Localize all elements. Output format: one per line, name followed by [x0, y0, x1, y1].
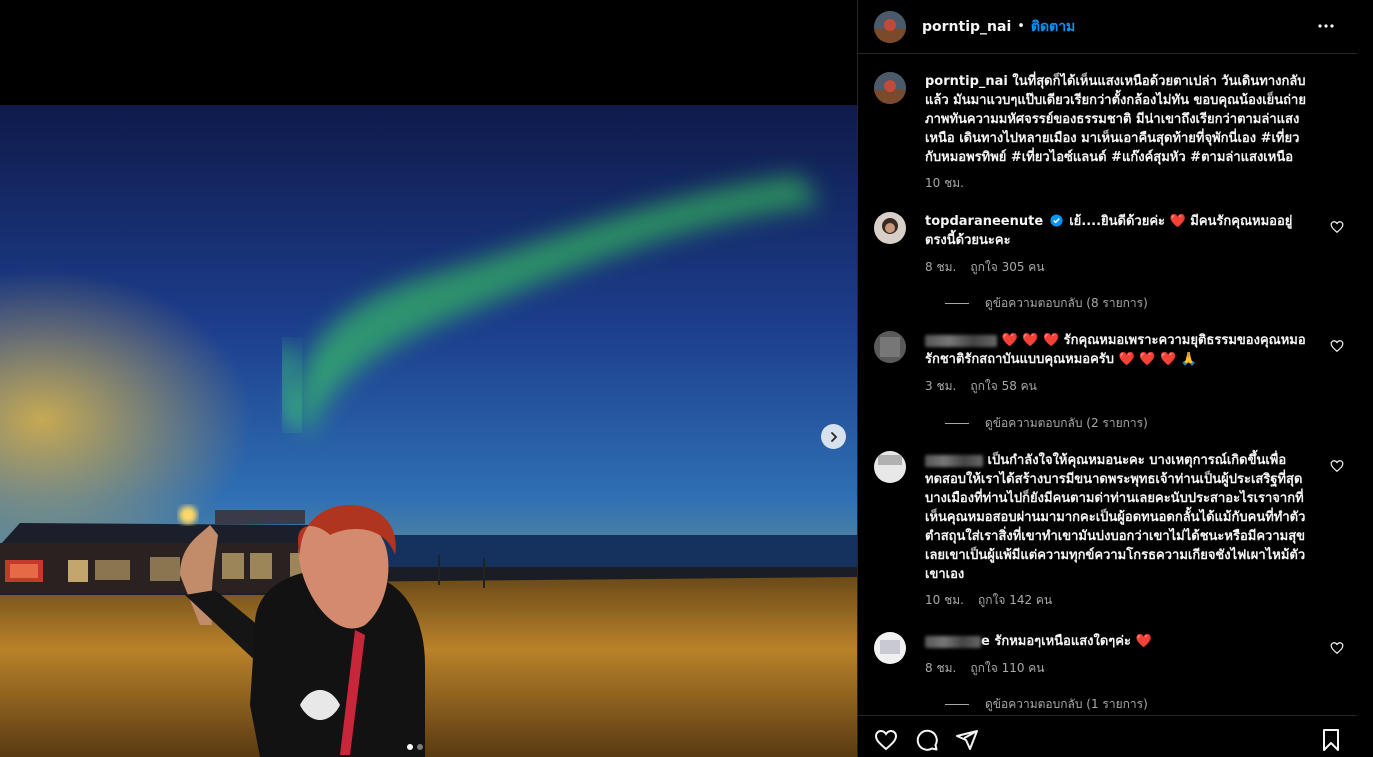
post-photo[interactable]	[0, 105, 857, 757]
comment-like-icon[interactable]	[1330, 339, 1344, 353]
post-media	[0, 0, 857, 757]
view-replies-label: ดูข้อความตอบกลับ (1 รายการ)	[985, 697, 1148, 711]
post-caption: porntip_nai ในที่สุดก็ได้เห็นแสงเหนือด้ว…	[874, 72, 1344, 202]
comment-likes[interactable]: ถูกใจ 58 คน	[970, 377, 1037, 396]
comment-username[interactable]: topdaraneenute	[925, 214, 1043, 229]
caption-body: porntip_nai ในที่สุดก็ได้เห็นแสงเหนือด้ว…	[925, 72, 1310, 167]
comment-likes[interactable]: ถูกใจ 142 คน	[978, 591, 1052, 610]
caption-time[interactable]: 10 ชม.	[925, 174, 964, 193]
comment-body: ❤️ ❤️ ❤️ รักคุณหมอเพราะความยุติธรรมของคุ…	[925, 331, 1310, 369]
view-replies-label: ดูข้อความตอบกลับ (8 รายการ)	[985, 296, 1148, 310]
aurora-photo	[0, 105, 857, 757]
commenter-avatar[interactable]	[874, 451, 906, 483]
comment-item: topdaraneenute เย้....ยินดีด้วยค่ะ ❤️ มี…	[874, 212, 1344, 322]
comment-meta: 8 ชม. ถูกใจ 305 คน	[925, 258, 1045, 277]
carousel-indicator	[407, 744, 423, 750]
avatar-image	[874, 10, 906, 43]
replies-divider	[945, 303, 969, 304]
comment-text: เป็นกำลังใจให้คุณหมอนะคะ บางเหตุการณ์เกิ…	[925, 453, 1306, 582]
comment-like-icon[interactable]	[1330, 459, 1344, 473]
comment-item: e รักหมอๆเหนือแสงใดๆค่ะ ❤️ 8 ชม. ถูกใจ 1…	[874, 632, 1344, 715]
comment-item: เป็นกำลังใจให้คุณหมอนะคะ บางเหตุการณ์เกิ…	[874, 451, 1344, 611]
comment-text: รักหมอๆเหนือแสงใดๆค่ะ ❤️	[994, 634, 1152, 649]
redacted-username	[925, 454, 983, 467]
window-edge	[1357, 0, 1373, 757]
comment-like-icon[interactable]	[1330, 220, 1344, 234]
comment-time[interactable]: 8 ชม.	[925, 258, 956, 277]
comment-time[interactable]: 3 ชม.	[925, 377, 956, 396]
comment-body: topdaraneenute เย้....ยินดีด้วยค่ะ ❤️ มี…	[925, 212, 1310, 250]
redacted-username	[925, 334, 997, 347]
send-icon[interactable]	[955, 728, 979, 752]
more-options-button[interactable]	[1314, 14, 1338, 38]
comment-likes[interactable]: ถูกใจ 110 คน	[970, 659, 1044, 678]
bookmark-icon[interactable]	[1319, 728, 1343, 752]
heart-icon[interactable]	[874, 728, 898, 752]
replies-divider	[945, 423, 969, 424]
comment-icon[interactable]	[915, 728, 939, 752]
view-replies-button[interactable]: ดูข้อความตอบกลับ (8 รายการ)	[945, 294, 1148, 313]
avatar-image	[874, 331, 906, 363]
avatar-image	[874, 632, 906, 664]
view-replies-button[interactable]: ดูข้อความตอบกลับ (1 รายการ)	[945, 695, 1148, 714]
comment-likes[interactable]: ถูกใจ 305 คน	[970, 258, 1044, 277]
comment-meta: 10 ชม. ถูกใจ 142 คน	[925, 591, 1052, 610]
comment-meta: 8 ชม. ถูกใจ 110 คน	[925, 659, 1045, 678]
post-actions-bar	[858, 715, 1358, 757]
avatar-image	[874, 72, 906, 104]
view-replies-label: ดูข้อความตอบกลับ (2 รายการ)	[985, 416, 1148, 430]
post-side-panel: porntip_nai • ติดตาม porntip_nai ในที่สุ…	[857, 0, 1358, 757]
caption-username[interactable]: porntip_nai	[925, 74, 1008, 89]
replies-divider	[945, 704, 969, 705]
caption-meta: 10 ชม.	[925, 174, 964, 193]
carousel-dot-active	[407, 744, 413, 750]
carousel-next-button[interactable]	[821, 424, 846, 449]
avatar-image	[874, 212, 906, 244]
commenter-avatar[interactable]	[874, 212, 906, 244]
verified-badge-icon	[1050, 214, 1063, 227]
comment-body: e รักหมอๆเหนือแสงใดๆค่ะ ❤️	[925, 632, 1310, 651]
header-separator: •	[1017, 19, 1025, 34]
comment-body: เป็นกำลังใจให้คุณหมอนะคะ บางเหตุการณ์เกิ…	[925, 451, 1310, 584]
avatar-image	[874, 451, 906, 483]
author-avatar[interactable]	[874, 72, 906, 104]
post-header: porntip_nai • ติดตาม	[858, 0, 1358, 54]
username-suffix[interactable]: e	[981, 634, 990, 649]
view-replies-button[interactable]: ดูข้อความตอบกลับ (2 รายการ)	[945, 414, 1148, 433]
comments-list[interactable]: porntip_nai ในที่สุดก็ได้เห็นแสงเหนือด้ว…	[858, 55, 1358, 715]
follow-button[interactable]: ติดตาม	[1031, 16, 1075, 38]
author-username[interactable]: porntip_nai	[922, 19, 1011, 35]
redacted-username	[925, 635, 981, 648]
comment-time[interactable]: 8 ชม.	[925, 659, 956, 678]
comment-like-icon[interactable]	[1330, 641, 1344, 655]
chevron-right-icon	[830, 431, 837, 442]
comment-time[interactable]: 10 ชม.	[925, 591, 964, 610]
author-avatar[interactable]	[874, 10, 906, 43]
comment-item: ❤️ ❤️ ❤️ รักคุณหมอเพราะความยุติธรรมของคุ…	[874, 331, 1344, 441]
commenter-avatar[interactable]	[874, 632, 906, 664]
carousel-dot	[417, 744, 423, 750]
comment-meta: 3 ชม. ถูกใจ 58 คน	[925, 377, 1037, 396]
more-options-icon	[1318, 24, 1334, 28]
commenter-avatar[interactable]	[874, 331, 906, 363]
